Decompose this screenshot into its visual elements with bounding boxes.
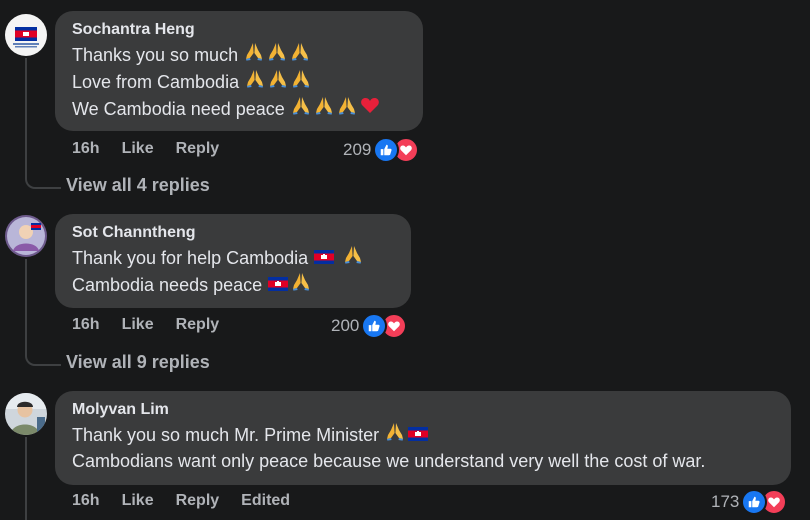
comment-timestamp[interactable]: 16h — [72, 492, 100, 510]
reply-button[interactable]: Reply — [176, 316, 220, 334]
red-heart-emoji — [360, 95, 380, 122]
thread-line — [25, 259, 27, 355]
praying-hands-emoji — [314, 95, 334, 122]
comment-thread: Sochantra Heng Thanks you so much Love f… — [0, 0, 810, 520]
thread-connector — [25, 348, 61, 366]
comment-line: Thank you for help Cambodia — [72, 244, 399, 271]
like-reaction-icon — [741, 489, 768, 515]
comment-text: Cambodia needs peace — [72, 274, 263, 295]
reaction-count: 173 — [711, 492, 740, 511]
comment-line: Cambodians want only peace because we un… — [72, 448, 779, 474]
avatar[interactable] — [5, 215, 47, 257]
praying-hands-emoji — [267, 41, 287, 68]
like-button[interactable]: Like — [122, 492, 154, 510]
comment-timestamp[interactable]: 16h — [72, 316, 100, 334]
praying-hands-emoji — [290, 41, 310, 68]
avatar[interactable] — [5, 393, 47, 435]
thread-connector — [25, 170, 61, 189]
praying-hands-emoji — [291, 95, 311, 122]
comment-bubble: Molyvan Lim Thank you so much Mr. Prime … — [55, 391, 791, 485]
comment-timestamp[interactable]: 16h — [72, 140, 100, 158]
comment-text: Thank you so much Mr. Prime Minister — [72, 424, 380, 445]
comment-line: Cambodia needs peace — [72, 271, 399, 298]
comment-text: Thank you for help Cambodia — [72, 247, 309, 268]
comment-bubble: Sochantra Heng Thanks you so much Love f… — [55, 11, 423, 131]
comment-line: Thanks you so much — [72, 41, 411, 68]
praying-hands-emoji — [244, 41, 264, 68]
avatar[interactable] — [5, 14, 47, 56]
comment-author[interactable]: Sochantra Heng — [72, 19, 411, 41]
praying-hands-emoji — [343, 244, 363, 271]
comment-text: Thanks you so much — [72, 44, 239, 65]
praying-hands-emoji — [268, 68, 288, 95]
reaction-count: 200 — [331, 316, 360, 335]
comment-author[interactable]: Sot Channtheng — [72, 222, 399, 244]
cambodia-flag-emoji — [408, 422, 428, 448]
reply-button[interactable]: Reply — [176, 140, 220, 158]
praying-hands-emoji — [245, 68, 265, 95]
comment-actions: 16h Like Reply Edited — [72, 492, 312, 510]
like-reaction-icon — [361, 313, 388, 339]
praying-hands-emoji — [291, 68, 311, 95]
reaction-count: 209 — [343, 140, 372, 159]
reaction-summary[interactable]: 200 — [331, 313, 408, 339]
praying-hands-emoji — [291, 271, 311, 298]
cambodia-flag-emoji — [268, 272, 288, 298]
cambodia-flag-emoji — [314, 245, 334, 271]
thread-line — [25, 58, 27, 178]
edited-label: Edited — [241, 492, 291, 509]
like-button[interactable]: Like — [122, 316, 154, 334]
comment-actions: 16h Like Reply — [72, 140, 241, 158]
view-replies-link[interactable]: View all 9 replies — [66, 352, 210, 373]
praying-hands-emoji — [337, 95, 357, 122]
like-button[interactable]: Like — [122, 140, 154, 158]
comment-text: We Cambodia need peace — [72, 98, 285, 119]
comment-line: Thank you so much Mr. Prime Minister — [72, 421, 779, 448]
comment-line: Love from Cambodia — [72, 68, 411, 95]
comment-text: Love from Cambodia — [72, 71, 240, 92]
thread-line — [25, 437, 27, 520]
praying-hands-emoji — [385, 421, 405, 448]
reaction-summary[interactable]: 209 — [343, 137, 420, 163]
reply-button[interactable]: Reply — [176, 492, 220, 510]
comment-line: We Cambodia need peace — [72, 95, 411, 122]
comment-actions: 16h Like Reply — [72, 316, 241, 334]
view-replies-link[interactable]: View all 4 replies — [66, 175, 210, 196]
like-reaction-icon — [373, 137, 400, 163]
comment-author[interactable]: Molyvan Lim — [72, 399, 779, 421]
comment-text: Cambodians want only peace because we un… — [72, 451, 706, 471]
reaction-summary[interactable]: 173 — [711, 489, 788, 515]
comment-bubble: Sot Channtheng Thank you for help Cambod… — [55, 214, 411, 308]
